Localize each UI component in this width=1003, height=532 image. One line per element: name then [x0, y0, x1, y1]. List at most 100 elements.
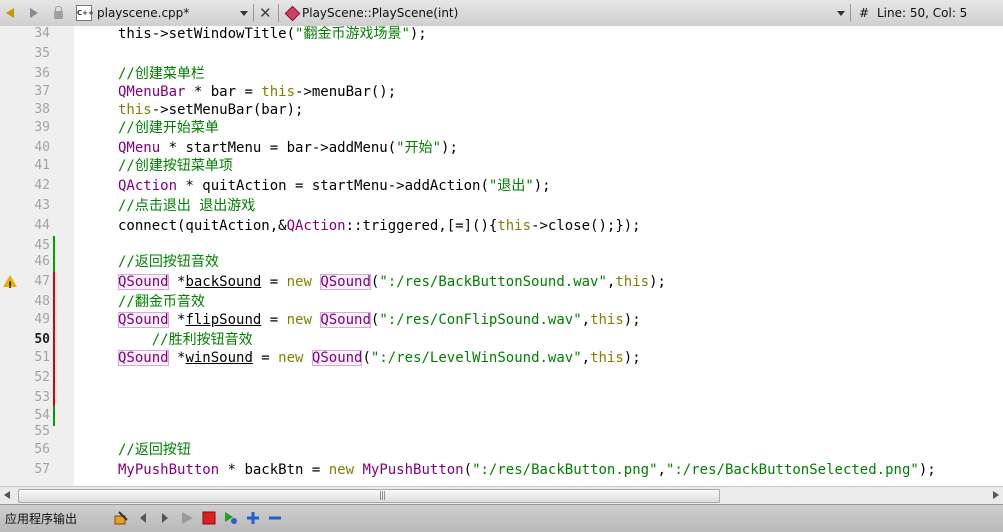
line-number: 44 [34, 218, 50, 233]
cpp-file-icon: C++ [76, 0, 94, 26]
line-number: 53 [34, 390, 50, 405]
change-marker [53, 272, 55, 292]
change-marker [53, 330, 55, 350]
code-line[interactable]: 36 //创建菜单栏 [0, 64, 1003, 84]
line-number: 40 [34, 140, 50, 155]
code-text: QMenuBar * bar = this->menuBar(); [118, 84, 397, 100]
function-icon [284, 0, 301, 26]
forward-arrow-icon[interactable] [30, 0, 38, 26]
code-text: this->setWindowTitle("翻金币游戏场景"); [118, 26, 427, 42]
line-number: 41 [34, 158, 50, 173]
line-number: 51 [34, 350, 50, 365]
file-combo[interactable]: playscene.cpp* [97, 0, 189, 26]
line-number: 52 [34, 370, 50, 385]
code-text: //返回按钮 [118, 442, 191, 458]
cursor-position[interactable]: Line: 50, Col: 5 [877, 0, 967, 26]
line-number: 36 [34, 66, 50, 81]
code-line[interactable]: 51 QSound *winSound = new QSound(":/res/L… [0, 348, 1003, 368]
line-number: 43 [34, 198, 50, 213]
code-text: connect(quitAction,&QAction::triggered,[… [118, 218, 641, 234]
code-line[interactable]: 50 //胜利按钮音效 [0, 330, 1003, 350]
previous-item-icon[interactable] [136, 511, 150, 525]
code-editor[interactable]: 34 this->setWindowTitle("翻金币游戏场景"); 35 36 //… [0, 26, 1003, 486]
line-number: 46 [34, 254, 50, 269]
code-text: //创建按钮菜单项 [118, 158, 233, 174]
code-line[interactable]: 48 //翻金币音效 [0, 292, 1003, 312]
stop-icon[interactable] [202, 511, 216, 525]
line-number: 34 [34, 26, 50, 41]
change-marker [53, 252, 55, 272]
hash-symbol: # [859, 6, 870, 20]
code-line[interactable]: 34 this->setWindowTitle("翻金币游戏场景"); [0, 26, 1003, 44]
code-line[interactable]: 42 QAction * quitAction = startMenu->addA… [0, 176, 1003, 196]
code-text: //创建开始菜单 [118, 120, 219, 136]
application-output-label[interactable]: 应用程序输出 [5, 510, 77, 527]
code-text: QSound *flipSound = new QSound(":/res/Co… [118, 312, 641, 328]
line-number: 49 [34, 312, 50, 327]
line-number: 42 [34, 178, 50, 193]
line-number: 55 [34, 424, 50, 439]
editor-toolbar: C++ playscene.cpp* ✕ PlayScene::PlayScen… [0, 0, 1003, 27]
line-number: 38 [34, 102, 50, 117]
change-marker [53, 310, 55, 330]
code-line[interactable]: 40 QMenu * startMenu = bar->addMenu("开始")… [0, 138, 1003, 158]
scroll-right-icon[interactable] [993, 491, 999, 499]
code-text: this->setMenuBar(bar); [118, 102, 304, 118]
line-number: 48 [34, 294, 50, 309]
code-line[interactable]: 38 this->setMenuBar(bar); [0, 100, 1003, 120]
code-line[interactable]: 56 //返回按钮 [0, 440, 1003, 460]
code-text: //点击退出 退出游戏 [118, 198, 256, 214]
code-line[interactable]: 55 [0, 422, 1003, 442]
code-line[interactable]: 49 QSound *flipSound = new QSound(":/res/… [0, 310, 1003, 330]
change-marker [53, 292, 55, 312]
horizontal-scrollbar[interactable]: ||| [0, 486, 1003, 504]
file-name: playscene.cpp* [97, 6, 190, 20]
change-marker [53, 388, 55, 408]
attach-debugger-icon[interactable] [224, 511, 238, 525]
line-number: 37 [34, 84, 50, 99]
line-number: 50 [34, 332, 50, 347]
code-text: QAction * quitAction = startMenu->addAct… [118, 178, 551, 194]
scrollbar-thumb[interactable]: ||| [18, 489, 720, 503]
code-text: MyPushButton * backBtn = new MyPushButto… [118, 462, 936, 478]
code-line[interactable]: 39 //创建开始菜单 [0, 118, 1003, 138]
back-arrow-icon[interactable] [6, 0, 14, 26]
code-line[interactable]: 53 [0, 388, 1003, 408]
line-number: 57 [34, 462, 50, 477]
line-number: 39 [34, 120, 50, 135]
clear-output-icon[interactable] [114, 511, 128, 525]
code-line[interactable]: 44 connect(quitAction,&QAction::triggered… [0, 216, 1003, 236]
warning-icon[interactable]: ! [3, 275, 17, 291]
code-line[interactable]: 57 MyPushButton * backBtn = new MyPushBut… [0, 460, 1003, 480]
code-text: //翻金币音效 [118, 294, 205, 310]
lock-icon [54, 0, 63, 26]
output-panel-bar: 应用程序输出 [0, 504, 1003, 532]
code-line[interactable]: 47! QSound *backSound = new QSound(":/res… [0, 272, 1003, 292]
scrollbar-grip: ||| [379, 491, 386, 501]
code-text: QSound *winSound = new QSound(":/res/Lev… [118, 350, 641, 366]
code-line[interactable]: 41 //创建按钮菜单项 [0, 156, 1003, 176]
code-line[interactable]: 52 [0, 368, 1003, 388]
code-text: //返回按钮音效 [118, 254, 219, 270]
code-text: //胜利按钮音效 [151, 332, 253, 348]
function-name: PlayScene::PlayScene(int) [302, 6, 459, 20]
run-icon[interactable] [180, 511, 194, 525]
code-line[interactable]: 46 //返回按钮音效 [0, 252, 1003, 272]
file-combo-dropdown-icon[interactable] [240, 0, 248, 26]
function-combo[interactable]: PlayScene::PlayScene(int) [302, 0, 458, 26]
close-file-icon[interactable]: ✕ [259, 0, 272, 26]
function-combo-dropdown-icon[interactable] [837, 0, 845, 26]
zoom-out-icon[interactable] [268, 511, 282, 525]
change-marker [53, 348, 55, 368]
scroll-left-icon[interactable] [4, 491, 10, 499]
zoom-in-icon[interactable] [246, 511, 260, 525]
change-marker [53, 368, 55, 388]
code-text: QSound *backSound = new QSound(":/res/Ba… [118, 274, 666, 290]
code-line[interactable]: 43 //点击退出 退出游戏 [0, 196, 1003, 216]
next-item-icon[interactable] [158, 511, 172, 525]
line-number: 35 [34, 46, 50, 61]
line-number: 56 [34, 442, 50, 457]
code-text: QMenu * startMenu = bar->addMenu("开始"); [118, 140, 458, 156]
code-line[interactable]: 37 QMenuBar * bar = this->menuBar(); [0, 82, 1003, 102]
code-line[interactable]: 35 [0, 44, 1003, 64]
